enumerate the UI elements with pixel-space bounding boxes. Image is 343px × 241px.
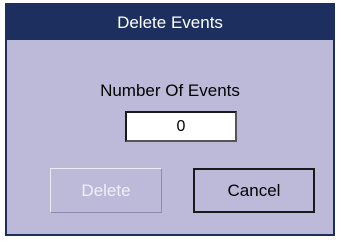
delete-button[interactable]: Delete bbox=[50, 168, 162, 213]
dialog-title: Delete Events bbox=[7, 5, 333, 40]
number-of-events-field[interactable]: 0 bbox=[125, 111, 237, 142]
delete-events-dialog: Delete Events Number Of Events 0 Delete … bbox=[5, 3, 335, 236]
number-of-events-label: Number Of Events bbox=[100, 81, 240, 100]
cancel-button[interactable]: Cancel bbox=[193, 168, 315, 213]
